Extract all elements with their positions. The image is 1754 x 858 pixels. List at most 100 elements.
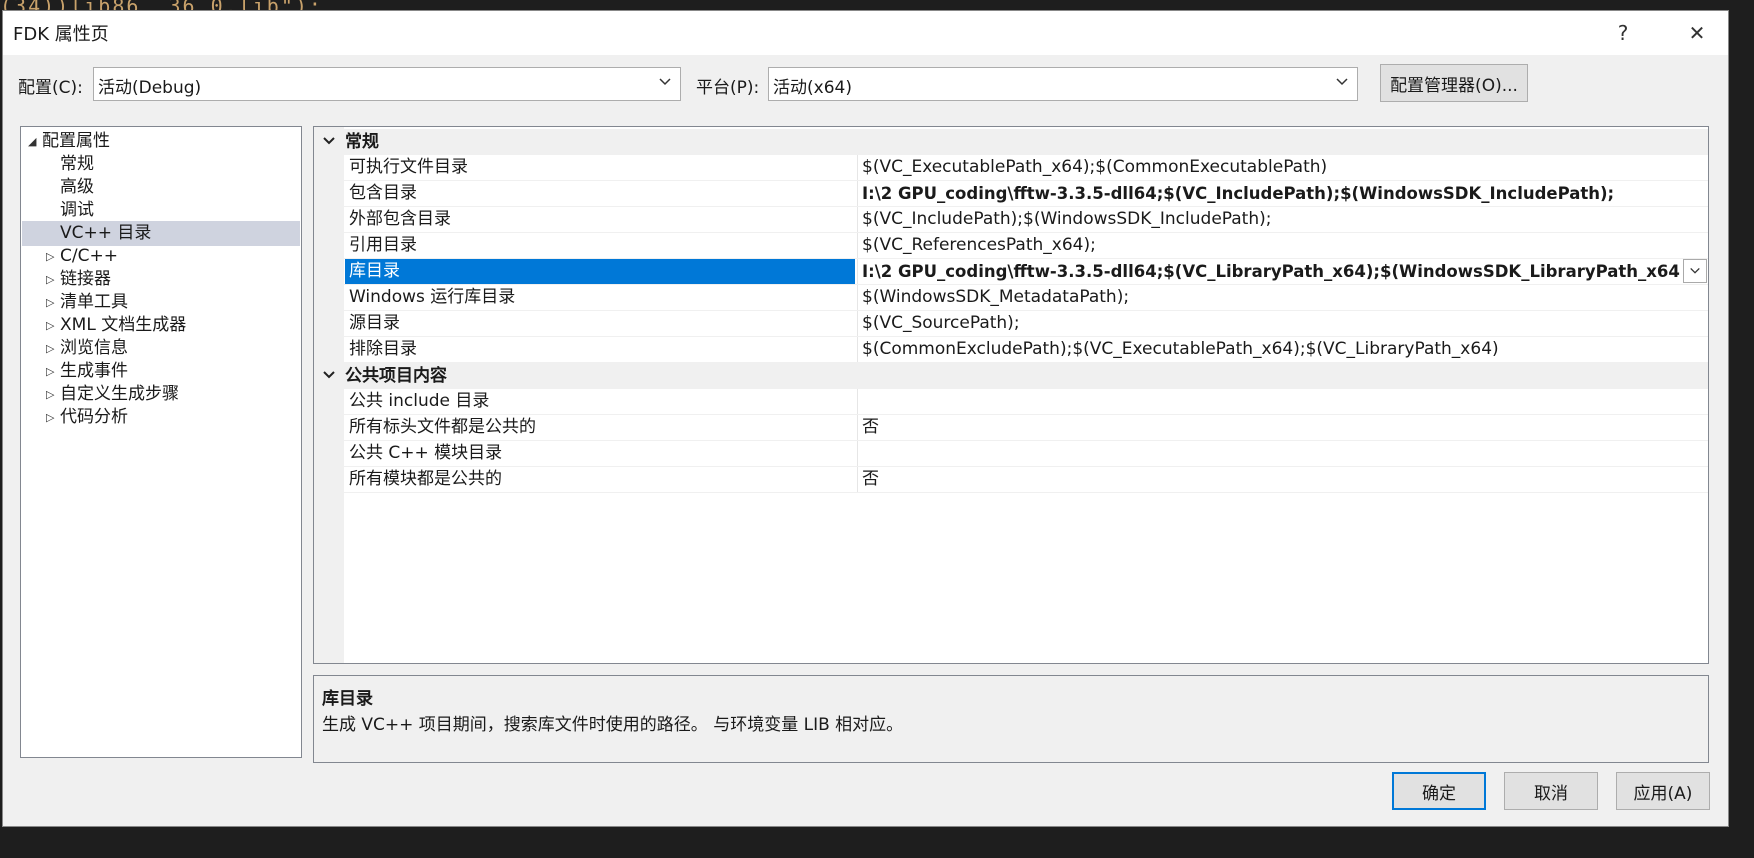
property-row[interactable]: 引用目录 $(VC_ReferencesPath_x64); bbox=[314, 233, 1708, 259]
chevron-down-icon[interactable] bbox=[322, 134, 336, 148]
tree-item-label: 配置属性 bbox=[42, 131, 110, 151]
tree-item-debugging[interactable]: 调试 bbox=[22, 198, 300, 223]
property-name: 包含目录 bbox=[349, 183, 417, 203]
property-row[interactable]: 外部包含目录 $(VC_IncludePath);$(WindowsSDK_In… bbox=[314, 207, 1708, 233]
chevron-down-icon bbox=[659, 78, 671, 86]
property-name: 排除目录 bbox=[349, 339, 417, 359]
tree-item-xml-doc-generator[interactable]: ▷ XML 文档生成器 bbox=[22, 313, 300, 338]
tree-item-label: 生成事件 bbox=[60, 361, 128, 381]
property-name: 引用目录 bbox=[349, 235, 417, 255]
tree-item-config-properties[interactable]: ◢ 配置属性 bbox=[22, 129, 300, 154]
property-row[interactable]: 公共 C++ 模块目录 bbox=[314, 441, 1708, 467]
chevron-down-icon bbox=[1690, 267, 1700, 274]
property-value[interactable]: $(VC_ReferencesPath_x64); bbox=[857, 233, 1708, 258]
collapsed-triangle-icon[interactable]: ▷ bbox=[46, 267, 58, 292]
category-label: 常规 bbox=[345, 132, 379, 152]
collapsed-triangle-icon[interactable]: ▷ bbox=[46, 244, 58, 269]
category-label: 公共项目内容 bbox=[345, 366, 447, 386]
tree-item-custom-build-step[interactable]: ▷ 自定义生成步骤 bbox=[22, 382, 300, 407]
property-name: 库目录 bbox=[345, 259, 855, 284]
cancel-button[interactable]: 取消 bbox=[1504, 772, 1598, 810]
description-title: 库目录 bbox=[322, 689, 373, 709]
tree-item-label: 高级 bbox=[60, 177, 94, 197]
tree-item-advanced[interactable]: 高级 bbox=[22, 175, 300, 200]
property-value[interactable]: $(CommonExcludePath);$(VC_ExecutablePath… bbox=[857, 337, 1708, 362]
tree-item-label: 清单工具 bbox=[60, 292, 128, 312]
property-name: 源目录 bbox=[349, 313, 400, 333]
property-name: 可执行文件目录 bbox=[349, 157, 468, 177]
platform-dropdown[interactable]: 活动(x64) bbox=[768, 67, 1358, 101]
property-value[interactable]: 否 bbox=[857, 415, 1708, 440]
property-name: 所有模块都是公共的 bbox=[349, 469, 502, 489]
tree-item-label: 调试 bbox=[60, 200, 94, 220]
property-grid: 常规 可执行文件目录 $(VC_ExecutablePath_x64);$(Co… bbox=[313, 126, 1709, 664]
property-value[interactable]: $(VC_ExecutablePath_x64);$(CommonExecuta… bbox=[857, 155, 1708, 180]
tree-item-linker[interactable]: ▷ 链接器 bbox=[22, 267, 300, 292]
tree-item-cpp[interactable]: ▷ C/C++ bbox=[22, 244, 300, 269]
property-value[interactable] bbox=[857, 441, 1708, 466]
property-name: 外部包含目录 bbox=[349, 209, 451, 229]
tree-item-code-analysis[interactable]: ▷ 代码分析 bbox=[22, 405, 300, 430]
category-general[interactable]: 常规 bbox=[314, 129, 1708, 155]
property-tree: ◢ 配置属性 常规 高级 调试 VC++ 目录 ▷ C/C++ ▷ 链接器 ▷ … bbox=[20, 126, 302, 758]
property-row[interactable]: 包含目录 I:\2 GPU_coding\fftw-3.3.5-dll64;$(… bbox=[314, 181, 1708, 207]
collapsed-triangle-icon[interactable]: ▷ bbox=[46, 382, 58, 407]
configuration-manager-button[interactable]: 配置管理器(O)... bbox=[1380, 64, 1528, 102]
tree-item-general[interactable]: 常规 bbox=[22, 152, 300, 177]
tree-item-label: 自定义生成步骤 bbox=[60, 384, 179, 404]
category-public-project-content[interactable]: 公共项目内容 bbox=[314, 363, 1708, 389]
help-button[interactable]: ? bbox=[1597, 11, 1649, 55]
configuration-label: 配置(C): bbox=[18, 78, 83, 98]
property-value[interactable]: 否 bbox=[857, 467, 1708, 492]
property-name: Windows 运行库目录 bbox=[349, 287, 516, 307]
expanded-triangle-icon[interactable]: ◢ bbox=[28, 129, 40, 154]
tree-item-vc-directories[interactable]: VC++ 目录 bbox=[22, 221, 300, 246]
property-row[interactable]: 所有标头文件都是公共的 否 bbox=[314, 415, 1708, 441]
property-value[interactable] bbox=[857, 389, 1708, 414]
property-value[interactable]: $(WindowsSDK_MetadataPath); bbox=[857, 285, 1708, 310]
platform-label: 平台(P): bbox=[696, 78, 760, 98]
apply-button[interactable]: 应用(A) bbox=[1616, 772, 1710, 810]
value-dropdown-button[interactable] bbox=[1683, 259, 1707, 283]
property-name: 所有标头文件都是公共的 bbox=[349, 417, 536, 437]
chevron-down-icon[interactable] bbox=[322, 368, 336, 382]
property-row[interactable]: 排除目录 $(CommonExcludePath);$(VC_Executabl… bbox=[314, 337, 1708, 363]
close-button[interactable]: ✕ bbox=[1671, 11, 1723, 55]
property-row[interactable]: 可执行文件目录 $(VC_ExecutablePath_x64);$(Commo… bbox=[314, 155, 1708, 181]
collapsed-triangle-icon[interactable]: ▷ bbox=[46, 336, 58, 361]
tree-item-label: VC++ 目录 bbox=[60, 223, 152, 243]
property-name: 公共 include 目录 bbox=[349, 391, 490, 411]
property-row[interactable]: Windows 运行库目录 $(WindowsSDK_MetadataPath)… bbox=[314, 285, 1708, 311]
property-row[interactable]: 所有模块都是公共的 否 bbox=[314, 467, 1708, 493]
tree-item-label: 代码分析 bbox=[60, 407, 128, 427]
tree-item-label: 常规 bbox=[60, 154, 94, 174]
tree-item-label: 浏览信息 bbox=[60, 338, 128, 358]
property-row-selected[interactable]: 库目录 I:\2 GPU_coding\fftw-3.3.5-dll64;$(V… bbox=[314, 259, 1708, 285]
configuration-value: 活动(Debug) bbox=[98, 78, 202, 98]
property-pages-dialog: FDK 属性页 ? ✕ 配置(C): 活动(Debug) 平台(P): 活动(x… bbox=[2, 10, 1729, 827]
property-value[interactable]: I:\2 GPU_coding\fftw-3.3.5-dll64;$(VC_In… bbox=[857, 181, 1708, 206]
property-value-input[interactable]: I:\2 GPU_coding\fftw-3.3.5-dll64;$(VC_Li… bbox=[857, 259, 1680, 284]
collapsed-triangle-icon[interactable]: ▷ bbox=[46, 405, 58, 430]
property-row[interactable]: 源目录 $(VC_SourcePath); bbox=[314, 311, 1708, 337]
configuration-dropdown[interactable]: 活动(Debug) bbox=[93, 67, 681, 101]
collapsed-triangle-icon[interactable]: ▷ bbox=[46, 290, 58, 315]
dialog-title: FDK 属性页 bbox=[13, 24, 109, 45]
tree-item-label: XML 文档生成器 bbox=[60, 315, 187, 335]
tree-item-label: 链接器 bbox=[60, 269, 111, 289]
tree-item-manifest-tool[interactable]: ▷ 清单工具 bbox=[22, 290, 300, 315]
ok-button[interactable]: 确定 bbox=[1392, 772, 1486, 810]
tree-item-browse-info[interactable]: ▷ 浏览信息 bbox=[22, 336, 300, 361]
background-editor-code: (34))lib86, 36,0.lib"); bbox=[0, 0, 323, 10]
description-pane: 库目录 生成 VC++ 项目期间，搜索库文件时使用的路径。 与环境变量 LIB … bbox=[313, 675, 1709, 763]
collapsed-triangle-icon[interactable]: ▷ bbox=[46, 359, 58, 384]
tree-item-label: C/C++ bbox=[60, 246, 118, 266]
property-row[interactable]: 公共 include 目录 bbox=[314, 389, 1708, 415]
property-value[interactable]: $(VC_IncludePath);$(WindowsSDK_IncludePa… bbox=[857, 207, 1708, 232]
property-value[interactable]: $(VC_SourcePath); bbox=[857, 311, 1708, 336]
platform-value: 活动(x64) bbox=[773, 78, 852, 98]
tree-item-build-events[interactable]: ▷ 生成事件 bbox=[22, 359, 300, 384]
chevron-down-icon bbox=[1336, 78, 1348, 86]
title-bar: FDK 属性页 ? ✕ bbox=[3, 11, 1728, 55]
collapsed-triangle-icon[interactable]: ▷ bbox=[46, 313, 58, 338]
